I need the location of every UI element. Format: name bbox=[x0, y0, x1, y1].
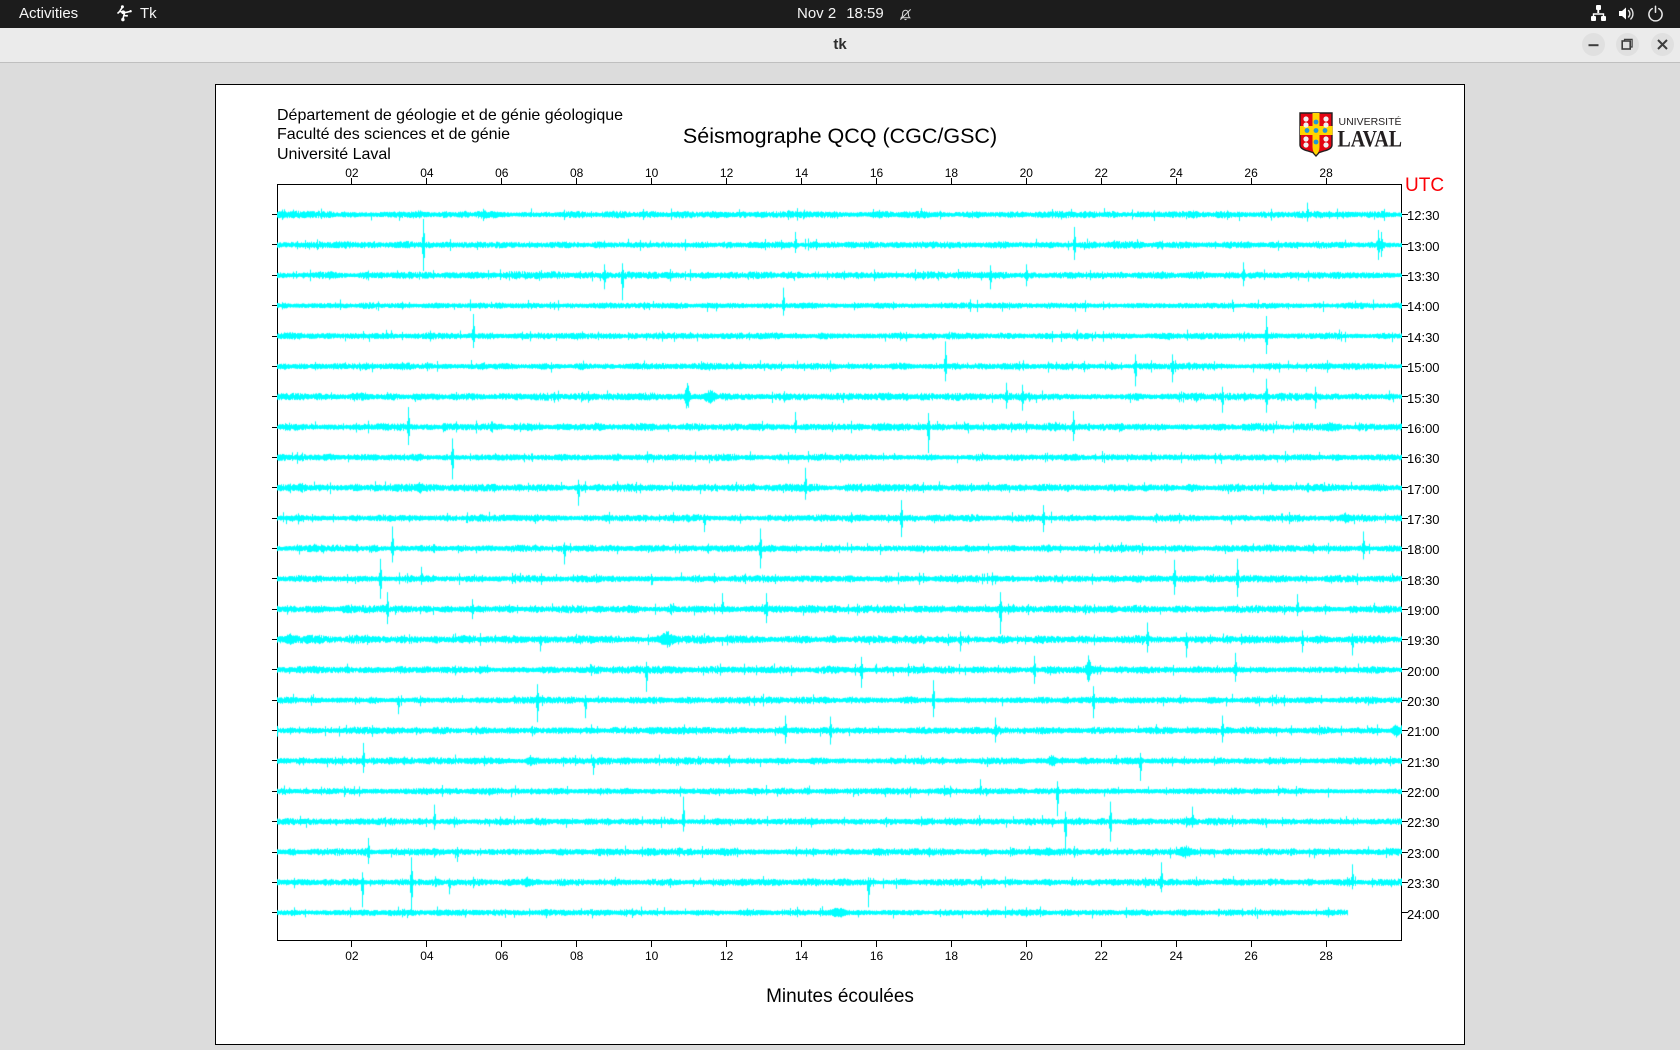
svg-text:LAVAL: LAVAL bbox=[1338, 127, 1403, 152]
